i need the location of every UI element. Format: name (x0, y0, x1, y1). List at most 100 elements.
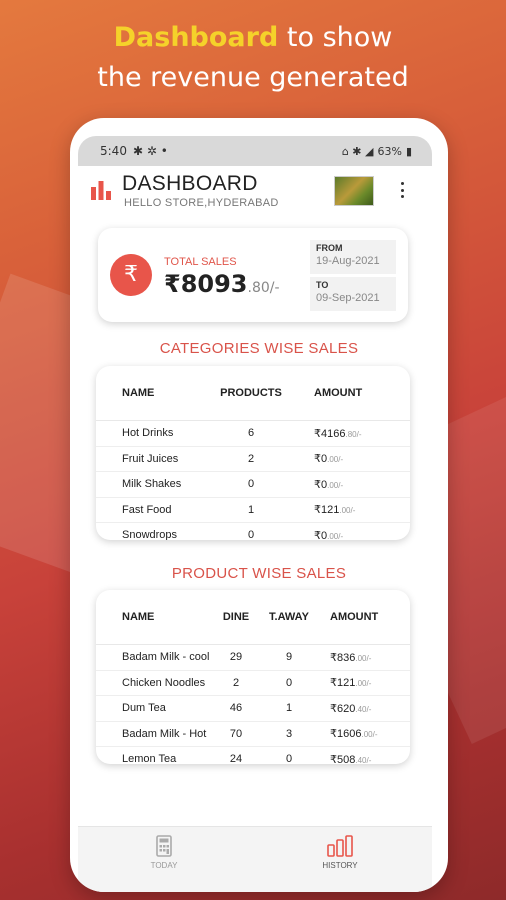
category-products: 6 (247, 427, 255, 440)
amount-value: ₹0 (314, 529, 328, 540)
amount-value: ₹4166 (314, 427, 346, 440)
from-date[interactable]: FROM 19-Aug-2021 (310, 240, 396, 274)
to-date[interactable]: TO 09-Sep-2021 (310, 277, 396, 311)
nav-history[interactable]: HISTORY (300, 835, 380, 870)
amount-value: ₹0 (314, 453, 328, 466)
amount-decimal: .40/- (355, 755, 372, 764)
from-date-value: 19-Aug-2021 (316, 255, 380, 267)
table-header: NAME DINE T.AWAY AMOUNT (96, 590, 410, 645)
product-name: Lemon Tea (122, 753, 177, 764)
store-subtitle: HELLO STORE,HYDERABAD (124, 197, 279, 209)
category-name: Fruit Juices (122, 452, 179, 465)
headline-highlight: Dashboard (113, 22, 279, 53)
table-row[interactable]: Hot Drinks 6 ₹4166.80/- (96, 421, 410, 447)
category-amount: ₹0.00/- (294, 452, 343, 465)
table-row[interactable]: Fruit Juices 2 ₹0.00/- (96, 447, 410, 472)
total-sales-card: ₹ TOTAL SALES ₹8093.80/- FROM 19-Aug-202… (98, 228, 408, 322)
amount-value: ₹121 (330, 677, 356, 690)
category-amount: ₹121.00/- (294, 503, 355, 516)
category-products: 1 (247, 503, 255, 516)
amount-value: ₹121 (314, 504, 340, 517)
more-vert-icon[interactable] (398, 180, 406, 200)
amount-decimal: .00/- (327, 480, 344, 490)
calculator-icon (156, 835, 172, 857)
products-table: NAME DINE T.AWAY AMOUNT Badam Milk - coo… (96, 590, 410, 764)
header-amount: AMOUNT (330, 611, 379, 623)
products-table-card[interactable]: NAME DINE T.AWAY AMOUNT Badam Milk - coo… (96, 590, 410, 764)
table-row[interactable]: Chicken Noodles 2 0 ₹121.00/- (96, 671, 410, 696)
product-name: Chicken Noodles (122, 676, 206, 689)
rupee-icon: ₹ (110, 254, 152, 296)
status-bar: 5:40 ✱ ✲ • ⌂ ✱ ◢ 63% ▮ (78, 136, 432, 166)
total-sales-amount: ₹8093.80/- (164, 270, 280, 298)
header-name: NAME (122, 611, 155, 623)
product-taway: 3 (285, 727, 293, 740)
product-taway: 1 (285, 702, 293, 715)
product-taway: 9 (285, 651, 293, 664)
amount-decimal: .40/- (355, 704, 372, 714)
nav-history-label: HISTORY (322, 861, 358, 870)
table-row[interactable]: Badam Milk - cool 29 9 ₹836.00/- (96, 645, 410, 671)
product-dine: 29 (229, 651, 243, 664)
table-row[interactable]: Lemon Tea 24 0 ₹508.40/- (96, 747, 410, 764)
from-label: FROM (316, 243, 343, 253)
category-name: Milk Shakes (122, 478, 182, 491)
table-row[interactable]: Dum Tea 46 1 ₹620.40/- (96, 696, 410, 722)
date-range[interactable]: FROM 19-Aug-2021 TO 09-Sep-2021 (310, 240, 396, 312)
category-name: Fast Food (122, 503, 172, 516)
product-dine: 2 (232, 676, 240, 689)
category-name: Snowdrops (122, 529, 178, 540)
products-title: PRODUCT WISE SALES (171, 565, 347, 582)
to-date-value: 09-Sep-2021 (316, 292, 380, 304)
category-name: Hot Drinks (122, 427, 174, 440)
battery-icon: ▮ (405, 144, 412, 158)
total-sales-label: TOTAL SALES (164, 256, 237, 268)
categories-table-card[interactable]: NAME PRODUCTS AMOUNT Hot Drinks 6 ₹4166.… (96, 366, 410, 540)
categories-title: CATEGORIES WISE SALES (159, 340, 359, 357)
table-row[interactable]: Fast Food 1 ₹121.00/- (96, 498, 410, 523)
product-name: Badam Milk - Hot (122, 727, 207, 740)
headline-line1: to show (278, 22, 393, 53)
product-amount: ₹508.40/- (324, 753, 371, 764)
bar-chart-icon (91, 181, 111, 200)
categories-table: NAME PRODUCTS AMOUNT Hot Drinks 6 ₹4166.… (96, 366, 410, 540)
store-image[interactable] (334, 176, 374, 206)
amount-decimal: .00/- (355, 679, 372, 689)
product-dine: 70 (229, 727, 243, 740)
signal-icon: ⌂ ✱ ◢ (341, 144, 374, 158)
product-dine: 46 (229, 702, 243, 715)
table-row[interactable]: Badam Milk - Hot 70 3 ₹1606.00/- (96, 722, 410, 747)
promo-headline: Dashboard to show the revenue generated (0, 18, 506, 98)
battery-level: 63% (377, 144, 402, 158)
amount-decimal: .00/- (327, 531, 344, 540)
total-sales-decimal: .80/- (247, 280, 280, 296)
category-amount: ₹0.00/- (294, 529, 343, 540)
product-amount: ₹121.00/- (324, 676, 371, 689)
app-bar: DASHBOARD HELLO STORE,HYDERABAD (78, 166, 432, 216)
amount-value: ₹1606 (330, 728, 362, 741)
nav-today[interactable]: TODAY (124, 835, 204, 870)
product-name: Dum Tea (122, 702, 166, 715)
bottom-navigation: TODAY HISTORY (78, 826, 432, 892)
headline-line2: the revenue generated (97, 62, 409, 93)
product-taway: 0 (285, 753, 293, 764)
amount-value: ₹620 (330, 702, 356, 715)
table-row[interactable]: Snowdrops 0 ₹0.00/- (96, 523, 410, 540)
product-name: Badam Milk - cool (122, 651, 210, 664)
history-chart-icon (327, 835, 353, 857)
phone-frame: 5:40 ✱ ✲ • ⌂ ✱ ◢ 63% ▮ DASHBOARD HELLO S… (70, 118, 448, 892)
notification-icon: ✱ ✲ • (132, 144, 168, 158)
table-header: NAME PRODUCTS AMOUNT (96, 366, 410, 421)
product-dine: 24 (229, 753, 243, 764)
amount-decimal: .80/- (345, 429, 362, 439)
product-taway: 0 (285, 676, 293, 689)
category-products: 2 (247, 452, 255, 465)
table-row[interactable]: Milk Shakes 0 ₹0.00/- (96, 472, 410, 498)
amount-value: ₹836 (330, 651, 356, 664)
amount-decimal: .00/- (355, 653, 372, 663)
header-products: PRODUCTS (220, 387, 282, 399)
header-amount: AMOUNT (314, 387, 363, 399)
header-taway: T.AWAY (269, 611, 309, 623)
to-label: TO (316, 280, 329, 290)
header-dine: DINE (222, 611, 250, 623)
